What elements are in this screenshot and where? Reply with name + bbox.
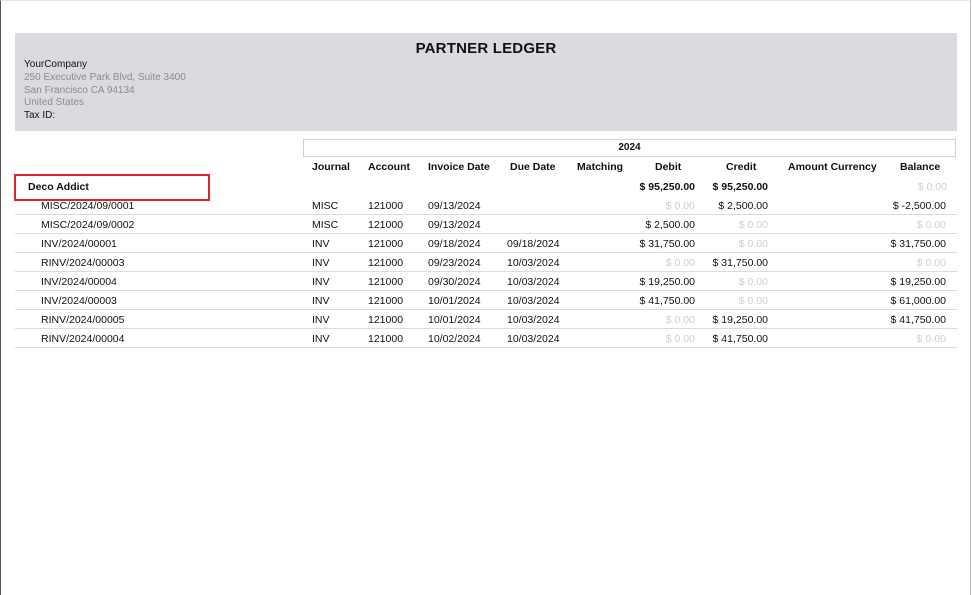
partner-total-balance: $ 0.00 xyxy=(917,181,947,193)
row-invoice-date: 10/01/2024 xyxy=(428,295,481,307)
row-account: 121000 xyxy=(368,295,404,307)
row-debit: $ 41,750.00 xyxy=(639,295,695,307)
row-account: 121000 xyxy=(368,219,404,231)
row-credit: $ 2,500.00 xyxy=(718,200,768,212)
column-balance: Balance xyxy=(900,161,941,173)
report-header: PARTNER LEDGER YourCompany 250 Executive… xyxy=(15,33,957,131)
row-move-name[interactable]: RINV/2024/00004 xyxy=(41,333,124,345)
row-balance: $ 0.00 xyxy=(916,257,946,269)
row-debit: $ 2,500.00 xyxy=(645,219,695,231)
row-due-date: 10/03/2024 xyxy=(507,314,560,326)
row-journal: INV xyxy=(312,238,330,250)
partner-name[interactable]: Deco Addict xyxy=(28,181,89,193)
column-credit: Credit xyxy=(726,161,757,173)
row-balance: $ 19,250.00 xyxy=(890,276,946,288)
row-move-name[interactable]: RINV/2024/00003 xyxy=(41,257,124,269)
row-account: 121000 xyxy=(368,276,404,288)
column-matching: Matching xyxy=(577,161,624,173)
row-journal: INV xyxy=(312,295,330,307)
table-row: RINV/2024/00003 INV 121000 09/23/2024 10/03/… xyxy=(15,253,957,272)
partner-total-credit: $ 95,250.00 xyxy=(712,181,768,193)
table-row: MISC/2024/09/0001 MISC 121000 09/13/2024 $ 0… xyxy=(15,196,957,215)
company-country: United States xyxy=(24,97,85,109)
row-account: 121000 xyxy=(368,238,404,250)
row-debit: $ 0.00 xyxy=(665,314,695,326)
row-move-name[interactable]: INV/2024/00004 xyxy=(41,276,117,288)
column-journal: Journal xyxy=(312,161,350,173)
row-invoice-date: 10/02/2024 xyxy=(428,333,481,345)
row-account: 121000 xyxy=(368,200,404,212)
row-journal: INV xyxy=(312,276,330,288)
row-credit: $ 0.00 xyxy=(738,276,768,288)
row-account: 121000 xyxy=(368,333,404,345)
company-name: YourCompany xyxy=(24,59,88,70)
table-row: MISC/2024/09/0002 MISC 121000 09/13/2024 $ 2… xyxy=(15,215,957,234)
row-debit: $ 31,750.00 xyxy=(639,238,695,250)
row-move-name[interactable]: MISC/2024/09/0001 xyxy=(41,200,134,212)
report-title: PARTNER LEDGER xyxy=(415,40,557,57)
column-amount-currency: Amount Currency xyxy=(788,161,877,173)
row-balance: $ 41,750.00 xyxy=(890,314,946,326)
row-account: 121000 xyxy=(368,314,404,326)
row-debit: $ 19,250.00 xyxy=(639,276,695,288)
row-move-name[interactable]: MISC/2024/09/0002 xyxy=(41,219,134,231)
row-credit: $ 41,750.00 xyxy=(712,333,768,345)
row-invoice-date: 09/13/2024 xyxy=(428,219,481,231)
table-row: RINV/2024/00005 INV 121000 10/01/2024 10/03/… xyxy=(15,310,957,329)
row-journal: INV xyxy=(312,333,330,345)
column-invoice-date: Invoice Date xyxy=(428,161,490,173)
row-balance: $ -2,500.00 xyxy=(892,200,946,212)
partner-total-debit: $ 95,250.00 xyxy=(639,181,695,193)
row-account: 121000 xyxy=(368,257,404,269)
row-move-name[interactable]: INV/2024/00003 xyxy=(41,295,117,307)
row-invoice-date: 09/30/2024 xyxy=(428,276,481,288)
row-credit: $ 31,750.00 xyxy=(712,257,768,269)
row-credit: $ 0.00 xyxy=(738,219,768,231)
column-account: Account xyxy=(368,161,410,173)
company-street: 250 Executive Park Blvd, Suite 3400 xyxy=(24,71,186,83)
row-debit: $ 0.00 xyxy=(665,200,695,212)
company-city: San Francisco CA 94134 xyxy=(24,84,135,96)
period-header: 2024 xyxy=(303,139,956,157)
row-journal: INV xyxy=(312,257,330,269)
table-row: INV/2024/00001 INV 121000 09/18/2024 09/18/2… xyxy=(15,234,957,253)
table-row: RINV/2024/00004 INV 121000 10/02/2024 10/03/… xyxy=(15,329,957,348)
row-due-date: 09/18/2024 xyxy=(507,238,560,250)
row-due-date: 10/03/2024 xyxy=(507,295,560,307)
row-move-name[interactable]: INV/2024/00001 xyxy=(41,238,117,250)
row-balance: $ 0.00 xyxy=(916,219,946,231)
row-debit: $ 0.00 xyxy=(665,333,695,345)
row-invoice-date: 09/18/2024 xyxy=(428,238,481,250)
row-move-name[interactable]: RINV/2024/00005 xyxy=(41,314,124,326)
row-balance: $ 61,000.00 xyxy=(890,295,946,307)
row-journal: MISC xyxy=(312,200,339,212)
company-block: YourCompany 250 Executive Park Blvd, Sui… xyxy=(24,59,186,123)
row-due-date: 10/03/2024 xyxy=(507,257,560,269)
row-invoice-date: 10/01/2024 xyxy=(428,314,481,326)
row-invoice-date: 09/13/2024 xyxy=(428,200,481,212)
column-debit: Debit xyxy=(655,161,682,173)
row-journal: INV xyxy=(312,314,330,326)
row-credit: $ 19,250.00 xyxy=(712,314,768,326)
row-invoice-date: 09/23/2024 xyxy=(428,257,481,269)
column-due-date: Due Date xyxy=(510,161,556,173)
row-debit: $ 0.00 xyxy=(665,257,695,269)
row-balance: $ 31,750.00 xyxy=(890,238,946,250)
company-tax-id: Tax ID: xyxy=(24,110,56,122)
table-row: INV/2024/00004 INV 121000 09/30/2024 10/03/2… xyxy=(15,272,957,291)
row-balance: $ 0.00 xyxy=(916,333,946,345)
row-journal: MISC xyxy=(312,219,339,231)
table-row: INV/2024/00003 INV 121000 10/01/2024 10/03/2… xyxy=(15,291,957,310)
row-credit: $ 0.00 xyxy=(738,238,768,250)
row-due-date: 10/03/2024 xyxy=(507,333,560,345)
row-due-date: 10/03/2024 xyxy=(507,276,560,288)
row-credit: $ 0.00 xyxy=(738,295,768,307)
